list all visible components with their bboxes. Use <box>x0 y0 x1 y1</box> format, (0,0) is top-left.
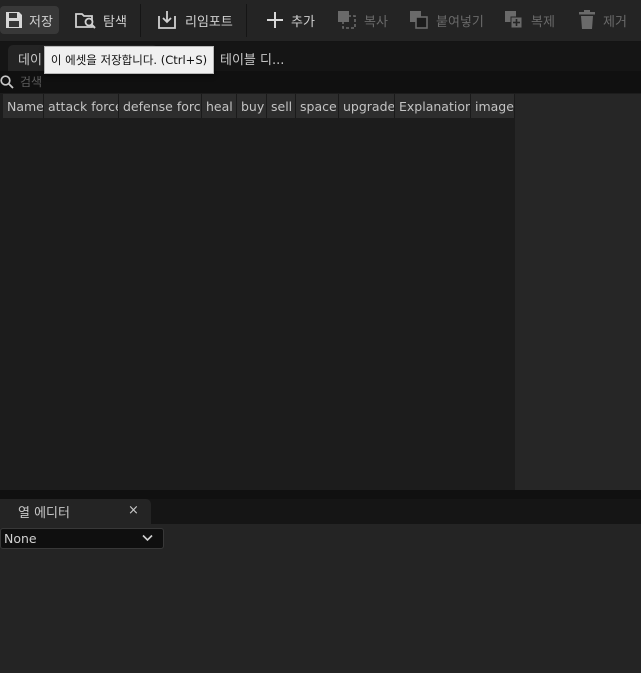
paste-button[interactable]: 붙여넣기 <box>403 6 488 34</box>
search-input[interactable] <box>16 72 624 92</box>
add-label: 추가 <box>291 14 315 30</box>
toolbar-divider <box>246 4 247 37</box>
column-select-value: None <box>4 531 37 546</box>
copy-label: 복사 <box>364 14 388 30</box>
column-header-buy[interactable]: buy <box>237 94 267 118</box>
data-table: Name attack force defense force heal buy… <box>0 94 515 490</box>
plus-icon <box>267 12 283 28</box>
column-header-image[interactable]: image <box>471 94 515 118</box>
search-bar <box>0 71 641 93</box>
copy-button[interactable]: 복사 <box>331 6 392 34</box>
tab-column-editor[interactable]: 열 에디터 × <box>0 499 151 524</box>
reimport-label: 리임포트 <box>185 14 233 30</box>
panel-splitter[interactable] <box>0 490 641 499</box>
toolbar: 저장 탐색 리임포트 추가 복사 붙여넣기 복제 제거 <box>0 0 641 42</box>
column-editor-tab-bar: 열 에디터 × <box>0 499 641 524</box>
trash-icon <box>579 10 595 29</box>
column-header-upgrade[interactable]: upgrade <box>339 94 395 118</box>
column-header-name[interactable]: Name <box>3 94 44 118</box>
save-label: 저장 <box>29 14 53 30</box>
column-header-sell[interactable]: sell <box>267 94 296 118</box>
column-header-defense-force[interactable]: defense force <box>119 94 202 118</box>
folder-search-icon <box>75 13 96 29</box>
column-header-attack-force[interactable]: attack force <box>44 94 119 118</box>
duplicate-icon <box>505 11 523 29</box>
reimport-button[interactable]: 리임포트 <box>152 6 237 34</box>
browse-label: 탐색 <box>103 14 127 30</box>
duplicate-label: 복제 <box>531 14 555 30</box>
save-icon <box>6 12 22 28</box>
column-header-heal[interactable]: heal <box>202 94 237 118</box>
tab-table-details[interactable]: 테이블 디... <box>210 45 294 71</box>
toolbar-divider <box>140 4 141 37</box>
add-button[interactable]: 추가 <box>260 6 319 34</box>
close-icon[interactable]: × <box>128 503 139 518</box>
copy-icon <box>338 11 356 29</box>
save-tooltip: 이 에셋을 저장합니다. (Ctrl+S) <box>44 46 214 74</box>
remove-label: 제거 <box>603 14 627 30</box>
chevron-down-icon <box>142 534 153 542</box>
column-header-explanation[interactable]: Explanation <box>395 94 471 118</box>
remove-button[interactable]: 제거 <box>572 6 631 34</box>
column-editor-panel: None <box>0 524 641 673</box>
save-button[interactable]: 저장 <box>0 6 59 34</box>
column-header-space[interactable]: space <box>296 94 339 118</box>
browse-button[interactable]: 탐색 <box>70 6 131 34</box>
paste-label: 붙여넣기 <box>436 14 484 30</box>
column-editor-tab-label: 열 에디터 <box>18 506 70 521</box>
column-select-dropdown[interactable]: None <box>0 528 164 549</box>
table-side-panel <box>515 94 641 490</box>
reimport-icon <box>158 11 176 29</box>
tab-table-details-label: 테이블 디... <box>220 52 285 68</box>
duplicate-button[interactable]: 복제 <box>498 6 559 34</box>
tab-data-table-label: 데이 <box>18 52 42 68</box>
paste-icon <box>410 11 428 29</box>
search-icon <box>0 75 14 89</box>
